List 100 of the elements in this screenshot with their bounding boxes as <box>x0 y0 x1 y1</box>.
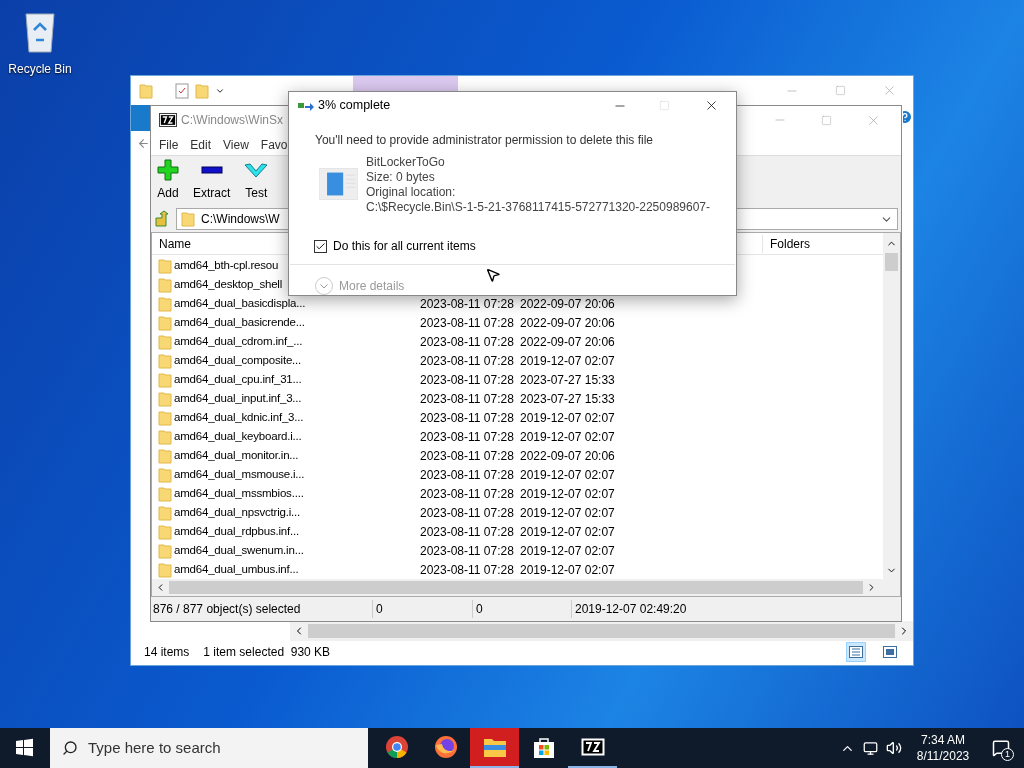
help-icon[interactable] <box>903 109 913 125</box>
folder-icon <box>158 390 172 407</box>
scroll-thumb[interactable] <box>308 624 895 638</box>
table-cell-text: 2019-12-07 02:07 <box>520 428 615 446</box>
close-icon[interactable] <box>704 98 719 113</box>
table-cell-text: 2019-12-07 02:07 <box>520 523 615 541</box>
notification-icon <box>992 739 1010 757</box>
folder-icon <box>158 523 172 540</box>
folder-icon <box>158 428 172 445</box>
menu-item[interactable]: File <box>153 135 185 154</box>
folder-icon <box>158 504 172 521</box>
mouse-cursor <box>485 267 501 283</box>
status-text: 876 / 877 object(s) selected <box>152 601 302 618</box>
archive-app-icon <box>580 738 605 756</box>
scroll-thumb[interactable] <box>169 581 863 594</box>
toolbar-button[interactable]: Extract <box>191 159 233 202</box>
file-name-cell[interactable]: amd64_dual_basicdispla... <box>174 294 420 313</box>
file-name-cell[interactable]: amd64_dual_msmouse.i... <box>174 465 420 484</box>
table-cell-text: 2023-08-11 07:28 <box>420 561 515 579</box>
checkbox-row[interactable]: Do this for all current items <box>314 237 710 255</box>
notification-badge: 1 <box>1001 748 1014 761</box>
search-icon <box>62 740 78 756</box>
table-cell-text: 2019-12-07 02:07 <box>520 485 615 503</box>
notification-button[interactable]: 1 <box>978 728 1024 768</box>
clock[interactable]: 7:34 AM 8/11/2023 <box>912 732 974 764</box>
table-cell-text: 2022-09-07 20:06 <box>520 333 615 351</box>
table-cell-text: 2023-08-11 07:28 <box>420 409 515 427</box>
folder-icon <box>158 485 172 502</box>
file-name-cell[interactable]: amd64_dual_composite... <box>174 351 420 370</box>
table-cell-text: 2022-09-07 20:06 <box>520 447 615 465</box>
details-view-button[interactable] <box>846 642 866 662</box>
horizontal-scrollbar[interactable] <box>152 579 900 596</box>
table-cell-text: 2023-08-11 07:28 <box>420 314 515 332</box>
folder-icon <box>158 257 172 274</box>
menu-item[interactable]: Edit <box>184 135 218 154</box>
file-name-cell[interactable]: amd64_dual_keyboard.i... <box>174 427 420 446</box>
file-name-cell[interactable]: amd64_dual_mssmbios.... <box>174 484 420 503</box>
folder-icon <box>158 561 172 578</box>
properties-icon[interactable] <box>175 82 189 99</box>
scroll-thumb[interactable] <box>885 253 898 271</box>
folder-icon <box>158 276 172 293</box>
table-cell-text: 2023-08-11 07:28 <box>420 466 515 484</box>
table-cell-text: 2023-08-11 07:28 <box>420 504 515 522</box>
table-cell-text: 2023-08-11 07:28 <box>420 390 515 408</box>
file-name-cell[interactable]: amd64_dual_cpu.inf_31... <box>174 370 420 389</box>
file-name-cell[interactable]: amd64_dual_kdnic.inf_3... <box>174 408 420 427</box>
menu-item[interactable]: View <box>217 135 255 154</box>
file-detail: BitLockerToGo <box>365 155 446 170</box>
table-cell-text: 2019-12-07 02:07 <box>520 409 615 427</box>
table-cell-text: 2023-08-11 07:28 <box>420 485 515 503</box>
folder-icon <box>158 314 172 331</box>
horizontal-scrollbar[interactable] <box>290 621 913 641</box>
network-icon[interactable] <box>863 740 878 756</box>
table-cell-text: 2023-08-11 07:28 <box>420 447 515 465</box>
folder-icon <box>158 333 172 350</box>
table-cell-text: 2022-09-07 20:06 <box>520 295 615 313</box>
status-text: 1 item selected 930 KB <box>203 644 331 661</box>
search-field[interactable]: Type here to search <box>50 728 368 768</box>
file-detail: Size: 0 bytes <box>365 170 436 185</box>
table-cell-text: 2023-07-27 15:33 <box>520 390 615 408</box>
folder-icon <box>482 736 507 758</box>
back-arrow-icon[interactable] <box>137 137 150 150</box>
folder-icon <box>158 447 172 464</box>
folder-icon <box>158 352 172 369</box>
table-cell-text: 2023-08-11 07:28 <box>420 523 515 541</box>
file-detail: C:\$Recycle.Bin\S-1-5-21-3768117415-572771320-2250989607- <box>365 200 710 215</box>
dialog-title: 3% complete <box>318 97 391 115</box>
folder-icon <box>139 82 153 99</box>
table-cell-text: 2019-12-07 02:07 <box>520 466 615 484</box>
column-header[interactable]: Folders <box>762 234 817 253</box>
folder-icon <box>158 542 172 559</box>
file-name-cell[interactable]: amd64_dual_umbus.inf... <box>174 560 420 579</box>
file-name-cell[interactable]: amd64_dual_rdpbus.inf... <box>174 522 420 541</box>
status-text: 0 <box>372 600 472 618</box>
table-cell-text: 2023-08-11 07:28 <box>420 428 515 446</box>
folder-icon <box>181 211 195 227</box>
table-cell-text: 2023-08-11 07:28 <box>420 542 515 560</box>
table-cell-text: 2019-12-07 02:07 <box>520 504 615 522</box>
checkbox[interactable] <box>314 239 327 253</box>
file-name-cell[interactable]: amd64_dual_monitor.in... <box>174 446 420 465</box>
folder-icon <box>195 82 209 99</box>
file-name-cell[interactable]: amd64_dual_npsvctrig.i... <box>174 503 420 522</box>
vertical-scrollbar[interactable] <box>883 233 900 579</box>
status-text: 14 items <box>144 644 190 661</box>
firefox-icon <box>433 735 458 759</box>
file-name-cell[interactable]: amd64_dual_basicrende... <box>174 313 420 332</box>
toolbar-button[interactable]: Add <box>155 159 181 202</box>
table-cell-text: 2019-12-07 02:07 <box>520 542 615 560</box>
toolbar-button[interactable]: Test <box>242 159 271 202</box>
table-cell-text: 2023-08-11 07:28 <box>420 333 515 351</box>
file-name-cell[interactable]: amd64_dual_swenum.in... <box>174 541 420 560</box>
volume-icon[interactable] <box>886 740 902 756</box>
table-cell-text: 2022-09-07 20:06 <box>520 314 615 332</box>
file-name-cell[interactable]: amd64_dual_cdrom.inf_... <box>174 332 420 351</box>
table-cell-text: 2023-07-27 15:33 <box>520 371 615 389</box>
file-detail: Original location: <box>365 185 457 200</box>
file-name-cell[interactable]: amd64_dual_input.inf_3... <box>174 389 420 408</box>
folder-icon <box>158 295 172 312</box>
window-title: C:\Windows\WinSx <box>181 112 284 129</box>
desktop-icon-label[interactable]: Recycle Bin <box>8 60 72 78</box>
